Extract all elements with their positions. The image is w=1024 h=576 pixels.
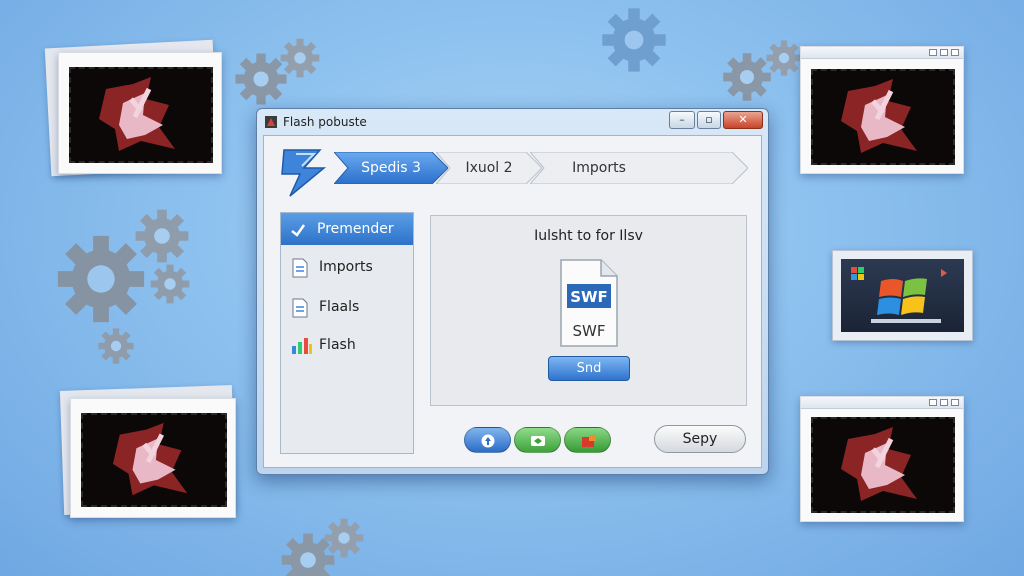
wizard-step-2-label: Ixuol 2: [465, 160, 513, 176]
photo-card: [58, 52, 222, 174]
photo-window-card: [800, 46, 964, 174]
title-bar[interactable]: Flash pobuste – ▫ ✕: [257, 109, 768, 133]
chart-icon: [292, 338, 312, 354]
flash-wizard-window: Flash pobuste – ▫ ✕ Spedis 3 Ixuol 2 Imp…: [256, 108, 769, 475]
photo-card: [70, 398, 236, 518]
sidebar-item-label: Flaals: [319, 299, 360, 315]
swf-badge: SWF: [570, 288, 608, 306]
skip-button[interactable]: Sepy: [654, 425, 746, 453]
flash-logo-photo: [811, 417, 955, 513]
photo-window-card: [800, 396, 964, 522]
wizard-step-3[interactable]: Imports: [530, 152, 748, 184]
maximize-button[interactable]: ▫: [697, 111, 721, 129]
mini-titlebar: [801, 47, 963, 59]
send-button[interactable]: Snd: [548, 356, 630, 381]
convert-button[interactable]: [514, 427, 561, 453]
content-panel: Iulsht to for Ilsv SWF SWF Snd: [430, 215, 747, 406]
document-icon: [292, 258, 308, 278]
gear-icon: [98, 328, 134, 364]
wizard-step-2[interactable]: Ixuol 2: [436, 152, 542, 184]
convert-icon: [531, 436, 545, 446]
windows-logo-icon: [851, 267, 947, 323]
sidebar-item-label: Imports: [319, 259, 373, 275]
panel-title: Iulsht to for Ilsv: [534, 228, 643, 244]
upload-button[interactable]: [464, 427, 511, 453]
gear-icon: [135, 209, 189, 263]
wizard-client-area: Spedis 3 Ixuol 2 Imports Premender Impor…: [263, 135, 762, 468]
gear-icon: [150, 264, 190, 304]
wizard-step-1[interactable]: Spedis 3: [334, 152, 448, 184]
sidebar-item-label: Premender: [317, 221, 394, 237]
export-button[interactable]: [564, 427, 611, 453]
flash-logo-icon: [841, 427, 917, 501]
check-icon: [291, 224, 306, 237]
sidebar-item-flash[interactable]: Flash: [283, 329, 411, 361]
flash-logo-photo: [69, 67, 213, 163]
gear-icon: [766, 40, 802, 76]
window-title: Flash pobuste: [283, 115, 367, 129]
screen-display: [841, 259, 964, 332]
gear-icon: [280, 38, 320, 78]
windows-screen-card: [832, 250, 973, 341]
sidebar-item-premender[interactable]: Premender: [281, 213, 413, 245]
flash-logo-icon: [99, 77, 175, 151]
swf-file-label: SWF: [572, 322, 606, 340]
document-icon: [292, 298, 308, 318]
sidebar-item-label: Flash: [319, 337, 356, 353]
flash-logo-photo: [81, 413, 227, 507]
upload-icon: [481, 434, 495, 448]
sidebar-item-imports[interactable]: Imports: [283, 251, 411, 283]
gear-icon: [324, 518, 364, 558]
app-icon: [265, 116, 277, 128]
wizard-step-1-label: Spedis 3: [361, 160, 421, 176]
lightning-logo-icon: [281, 149, 327, 197]
close-button[interactable]: ✕: [723, 111, 763, 129]
flash-logo-icon: [841, 79, 917, 153]
minimize-button[interactable]: –: [669, 111, 695, 129]
export-icon: [582, 435, 596, 447]
sidebar-item-flaals[interactable]: Flaals: [283, 291, 411, 323]
gear-icon: [602, 8, 666, 72]
wizard-step-3-label: Imports: [572, 160, 626, 176]
flash-logo-photo: [811, 69, 955, 165]
flash-logo-icon: [112, 422, 188, 496]
sidebar: Premender Imports Flaals Flash: [280, 212, 414, 454]
mini-titlebar: [801, 397, 963, 409]
